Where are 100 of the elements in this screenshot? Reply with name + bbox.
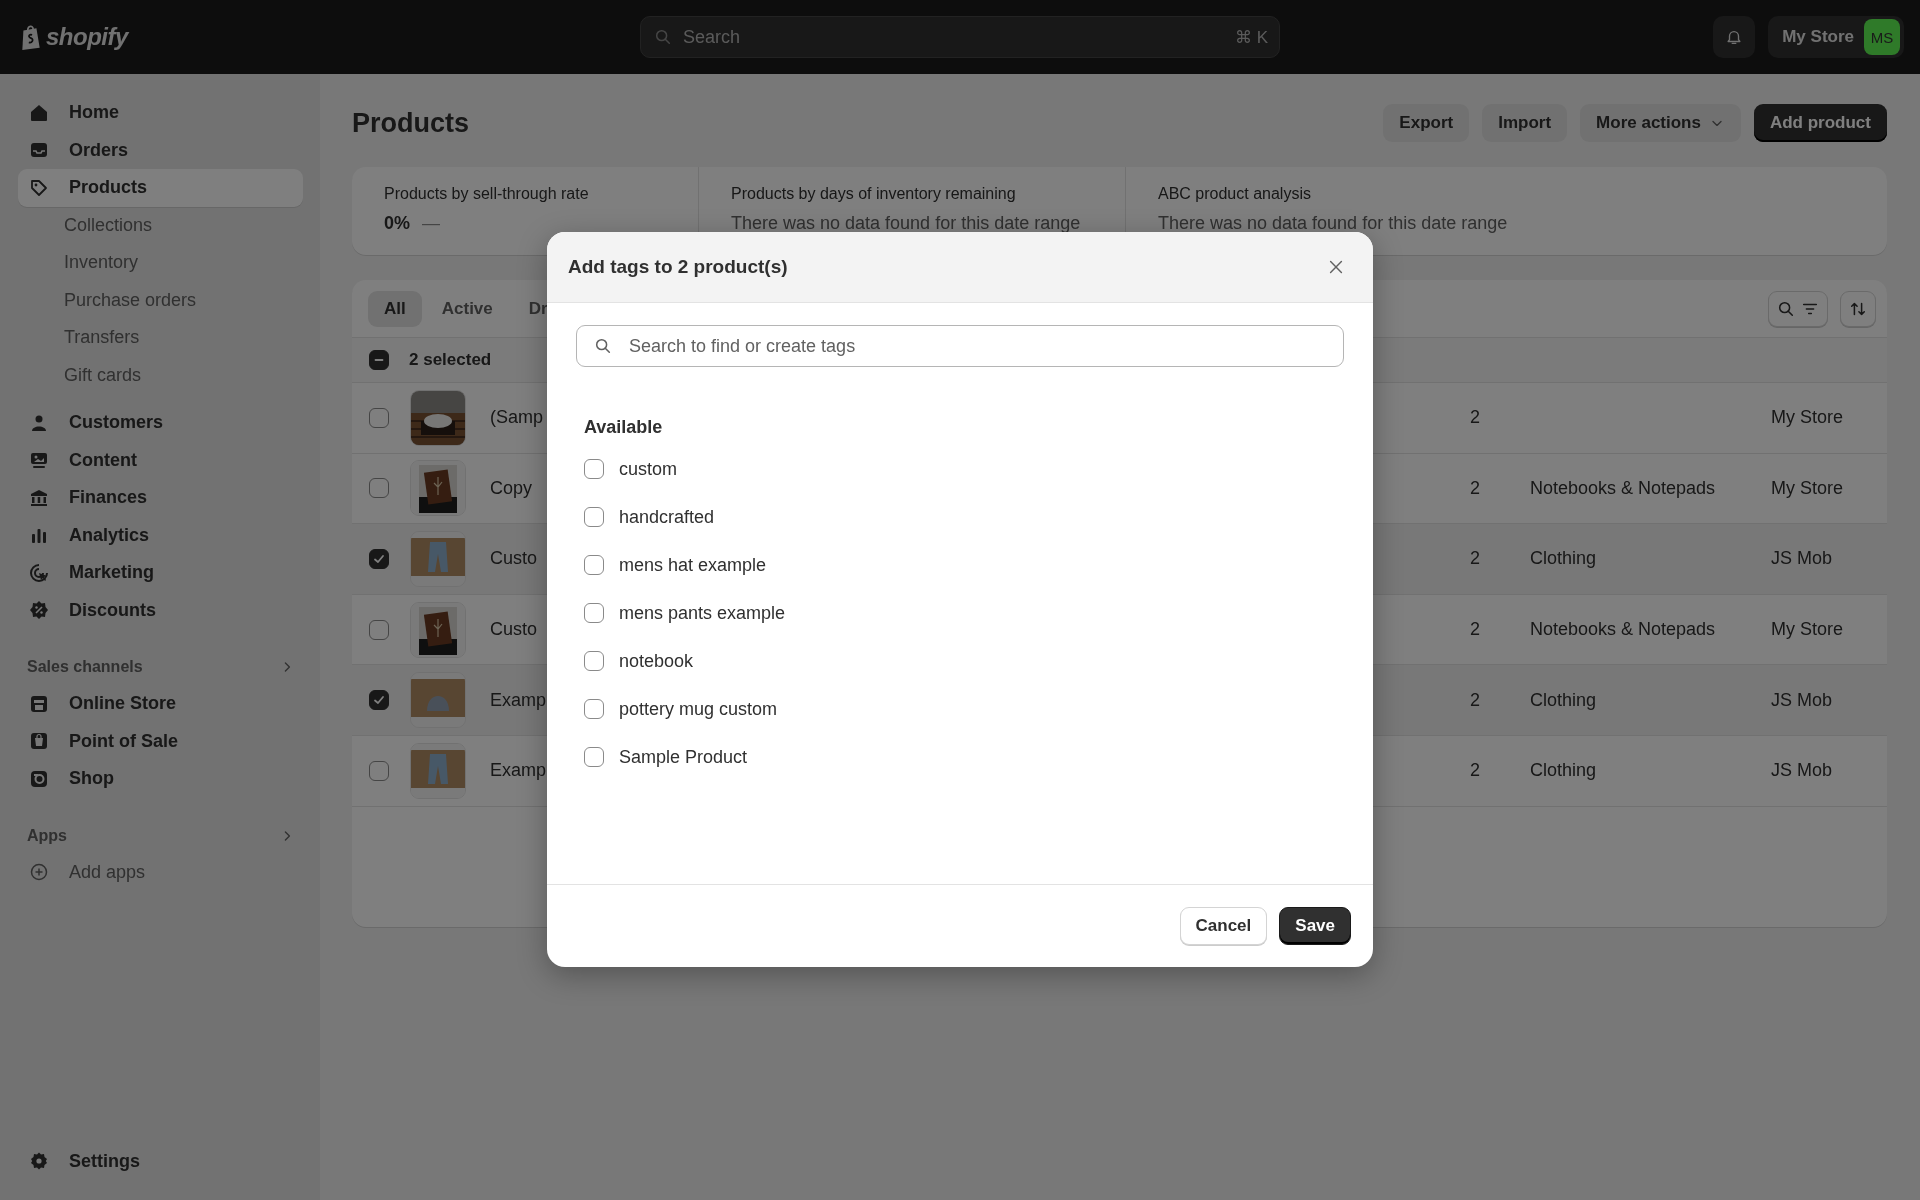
page-title: Products — [352, 107, 470, 139]
table-cell: 2 — [1470, 548, 1480, 570]
checkbox[interactable] — [369, 690, 389, 711]
close-icon — [1327, 258, 1345, 276]
nav-item[interactable]: Purchase orders — [18, 281, 303, 319]
search-icon — [654, 28, 672, 46]
action-button[interactable]: Export — [1383, 104, 1470, 142]
notifications-button[interactable] — [1713, 16, 1756, 58]
action-button[interactable]: Add product — [1753, 104, 1887, 142]
tag-option[interactable]: mens hat example — [619, 554, 767, 576]
trend-indicator: — — [422, 213, 440, 234]
nav-item[interactable]: Add apps — [18, 853, 303, 891]
checkbox[interactable] — [584, 507, 604, 527]
checkmark-icon — [372, 552, 386, 566]
discount-badge-icon — [29, 600, 49, 621]
filter-tab[interactable]: Active — [425, 290, 509, 327]
checkbox[interactable] — [369, 350, 389, 370]
product-name[interactable]: (Samp — [490, 407, 543, 429]
nav-item[interactable]: Orders — [18, 131, 303, 169]
checkbox[interactable] — [369, 478, 389, 499]
nav-item[interactable]: Settings — [18, 1142, 303, 1180]
cancel-button[interactable]: Cancel — [1179, 907, 1268, 945]
nav-item[interactable]: Finances — [18, 479, 303, 517]
product-name[interactable]: Custo — [490, 548, 538, 570]
filter-tab[interactable]: All — [368, 290, 422, 327]
search-icon — [594, 337, 612, 355]
tag-option[interactable]: handcrafted — [619, 506, 715, 528]
shopping-bag-logo-icon — [20, 24, 42, 50]
checkbox[interactable] — [584, 699, 604, 719]
home-icon — [29, 102, 49, 123]
section-heading: Sales channels — [27, 658, 143, 676]
table-cell: 2 — [1470, 619, 1480, 641]
nav-item[interactable]: Analytics — [18, 516, 303, 554]
table-cell: 2 — [1470, 760, 1480, 782]
checkbox[interactable] — [584, 747, 604, 767]
nav-item[interactable]: Home — [18, 94, 303, 132]
table-cell: Clothing — [1530, 760, 1597, 782]
table-cell: My Store — [1771, 477, 1844, 499]
nav-item[interactable]: Inventory — [18, 244, 303, 282]
nav-item[interactable]: Online Store — [18, 685, 303, 723]
product-name[interactable]: Copy — [490, 477, 533, 499]
nav-item[interactable]: Products — [18, 169, 303, 207]
checkbox[interactable] — [369, 619, 389, 640]
plus-circle-icon — [29, 862, 49, 883]
table-cell: 2 — [1470, 689, 1480, 711]
shortcut-hint: ⌘ K — [1234, 27, 1268, 48]
logo[interactable]: shopify — [46, 23, 128, 51]
tag-search-field[interactable]: Search to find or create tags — [576, 325, 1344, 367]
nav-item[interactable]: Gift cards — [18, 356, 303, 394]
save-button[interactable]: Save — [1279, 907, 1351, 945]
action-button[interactable]: Import — [1482, 104, 1568, 142]
empty-message: There was no data found for this date range — [1158, 213, 1509, 234]
tag-option[interactable]: custom — [619, 458, 678, 480]
bank-icon — [29, 487, 49, 508]
table-cell: Notebooks & Notepads — [1530, 477, 1716, 499]
metric-value: 0% — [384, 213, 410, 234]
section-heading: Apps — [27, 826, 67, 845]
settings-icon — [29, 1151, 49, 1172]
tag-option[interactable]: mens pants example — [619, 602, 786, 624]
table-cell: JS Mob — [1771, 760, 1833, 782]
table-cell: My Store — [1771, 619, 1844, 641]
checkbox[interactable] — [584, 459, 604, 479]
tag-option[interactable]: Sample Product — [619, 746, 748, 768]
tag-option[interactable]: notebook — [619, 650, 694, 672]
checkbox[interactable] — [584, 651, 604, 671]
section-heading: Available — [583, 417, 664, 439]
table-cell: 2 — [1470, 477, 1480, 499]
nav-item[interactable]: Discounts — [18, 591, 303, 629]
search-filter-button[interactable] — [1768, 290, 1828, 327]
sort-button[interactable] — [1840, 290, 1876, 327]
shopping-bag-icon — [29, 731, 49, 752]
metric-title: Products by sell-through rate — [384, 185, 590, 203]
checkbox[interactable] — [369, 760, 389, 781]
nav-item[interactable]: Shop — [18, 760, 303, 798]
nav-item[interactable]: Point of Sale — [18, 722, 303, 760]
product-name[interactable]: Examp — [490, 689, 547, 711]
checkbox[interactable] — [369, 549, 389, 569]
empty-message: There was no data found for this date range — [731, 213, 1082, 234]
storefront-icon — [29, 693, 49, 714]
store-menu-button[interactable]: My Store MS — [1768, 16, 1904, 58]
selection-count: 2 selected — [409, 350, 492, 370]
tag-icon — [29, 177, 49, 198]
nav-item[interactable]: Marketing — [18, 554, 303, 592]
table-cell: Clothing — [1530, 689, 1597, 711]
table-cell: Clothing — [1530, 548, 1597, 570]
nav-item[interactable]: Collections — [18, 206, 303, 244]
filter-tab[interactable]: Dr — [512, 290, 564, 327]
nav-item[interactable]: Customers — [18, 404, 303, 442]
product-name[interactable]: Examp — [490, 760, 547, 782]
nav-item[interactable]: Transfers — [18, 319, 303, 357]
metric-title: Products by days of inventory remaining — [731, 185, 1017, 203]
search-icon — [1777, 299, 1795, 318]
nav-item[interactable]: Content — [18, 441, 303, 479]
more-actions-button[interactable]: More actions — [1580, 104, 1741, 142]
checkbox[interactable] — [584, 603, 604, 623]
checkbox[interactable] — [369, 407, 389, 428]
bell-icon — [1725, 28, 1744, 46]
product-name[interactable]: Custo — [490, 619, 538, 641]
checkbox[interactable] — [584, 555, 604, 575]
tag-option[interactable]: pottery mug custom — [619, 698, 778, 720]
